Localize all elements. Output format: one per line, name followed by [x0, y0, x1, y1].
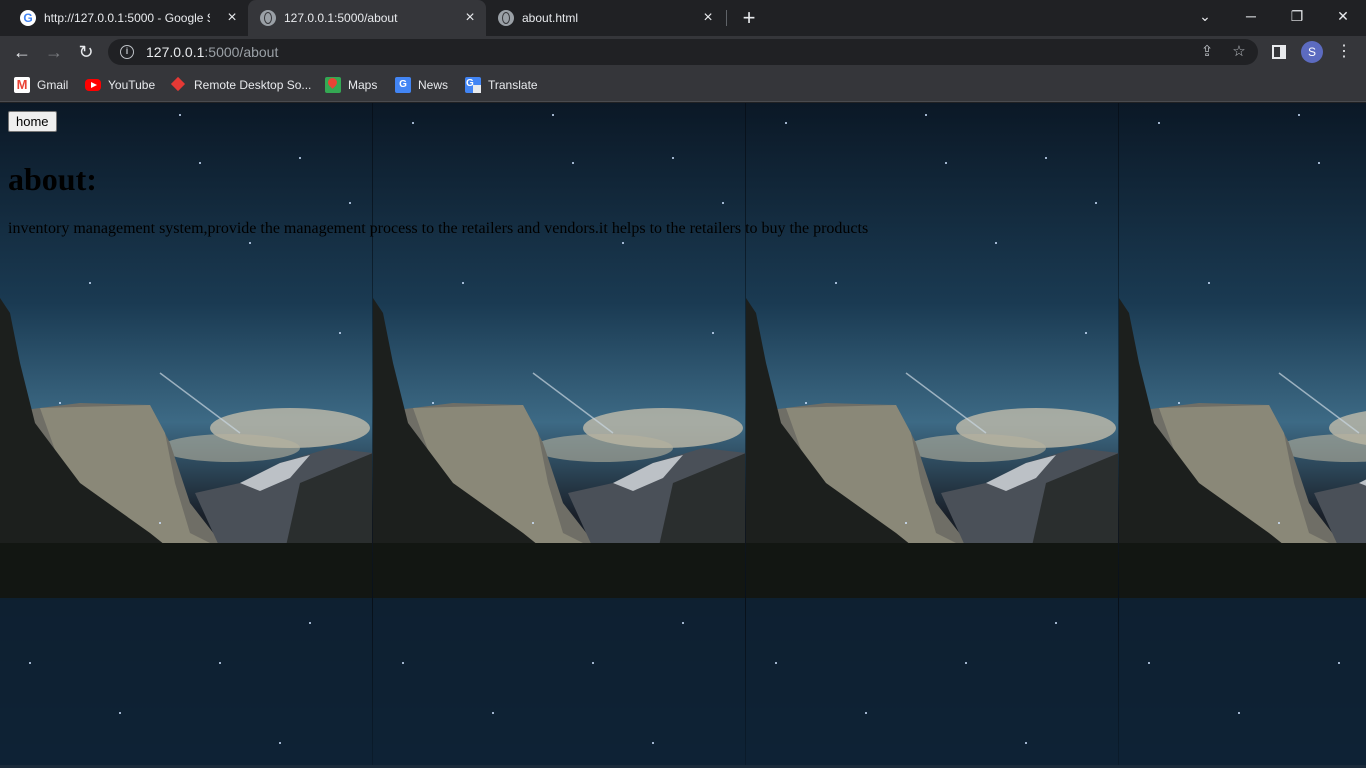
bookmark-translate[interactable]: Translate	[465, 76, 538, 94]
close-icon[interactable]: ×	[224, 10, 240, 26]
bookmark-news[interactable]: News	[395, 76, 448, 94]
new-tab-button[interactable]: +	[737, 6, 761, 30]
browser-toolbar: ← → ↻ i 127.0.0.1:5000/about ⇪ ☆ S ⋮	[0, 36, 1366, 68]
more-menu-icon[interactable]: ⋮	[1336, 40, 1352, 64]
maps-icon	[325, 77, 341, 93]
forward-arrow-icon[interactable]: →	[42, 40, 66, 64]
bookmark-label: Gmail	[37, 78, 69, 92]
bookmarks-bar: Gmail YouTube Remote Desktop So... Maps …	[0, 68, 1366, 102]
window-close-button[interactable]: ✕	[1320, 0, 1366, 32]
news-icon	[395, 77, 411, 93]
url-text[interactable]: 127.0.0.1:5000/about	[146, 44, 278, 60]
background-tile	[0, 103, 373, 768]
page-title: about:	[8, 161, 97, 197]
side-panel-icon[interactable]	[1272, 45, 1286, 59]
minimize-button[interactable]: ─	[1228, 0, 1274, 32]
home-button[interactable]: home	[8, 111, 57, 132]
globe-icon	[260, 10, 276, 26]
bookmark-gmail[interactable]: Gmail	[14, 76, 68, 94]
reload-icon[interactable]: ↻	[74, 40, 98, 64]
tab-google-search[interactable]: G http://127.0.0.1:5000 - Google Se ×	[8, 0, 248, 36]
tab-separator	[726, 10, 727, 26]
bookmark-label: Remote Desktop So...	[194, 78, 312, 92]
close-icon[interactable]: ×	[700, 10, 716, 26]
share-icon[interactable]: ⇪	[1198, 43, 1216, 61]
translate-icon	[465, 77, 481, 93]
page-viewport: home about: inventory management system,…	[0, 103, 1366, 768]
globe-icon	[498, 10, 514, 26]
bookmark-youtube[interactable]: YouTube	[85, 76, 155, 94]
tab-strip: G http://127.0.0.1:5000 - Google Se × 12…	[0, 0, 1366, 36]
bookmark-remote-desktop[interactable]: Remote Desktop So...	[171, 76, 311, 94]
avatar[interactable]: S	[1301, 41, 1323, 63]
google-icon: G	[20, 10, 36, 26]
close-icon[interactable]: ×	[462, 10, 478, 26]
tab-search-chevron-down-icon[interactable]: ⌄	[1182, 0, 1228, 32]
bookmark-label: YouTube	[108, 78, 156, 92]
bookmark-maps[interactable]: Maps	[325, 76, 377, 94]
remote-desktop-icon	[171, 77, 187, 93]
background-tile	[1119, 103, 1366, 768]
youtube-icon	[85, 79, 101, 91]
tab-about[interactable]: 127.0.0.1:5000/about ×	[248, 0, 486, 36]
bookmark-label: Maps	[348, 78, 378, 92]
about-description: inventory management system,provide the …	[8, 220, 869, 237]
gmail-icon	[14, 77, 30, 93]
tab-title: 127.0.0.1:5000/about	[284, 11, 398, 25]
info-icon[interactable]: i	[120, 45, 134, 59]
tab-title: about.html	[522, 11, 579, 25]
address-bar[interactable]: i 127.0.0.1:5000/about ⇪ ☆	[108, 39, 1258, 65]
tab-about-html[interactable]: about.html ×	[486, 0, 724, 36]
background-tile	[746, 103, 1119, 768]
background-tile	[373, 103, 746, 768]
tab-title: http://127.0.0.1:5000 - Google Se	[44, 11, 210, 25]
bookmark-label: Translate	[488, 78, 538, 92]
restore-button[interactable]: ❐	[1274, 0, 1320, 32]
bookmark-star-icon[interactable]: ☆	[1230, 43, 1248, 61]
bookmark-label: News	[418, 78, 449, 92]
back-arrow-icon[interactable]: ←	[10, 40, 34, 64]
